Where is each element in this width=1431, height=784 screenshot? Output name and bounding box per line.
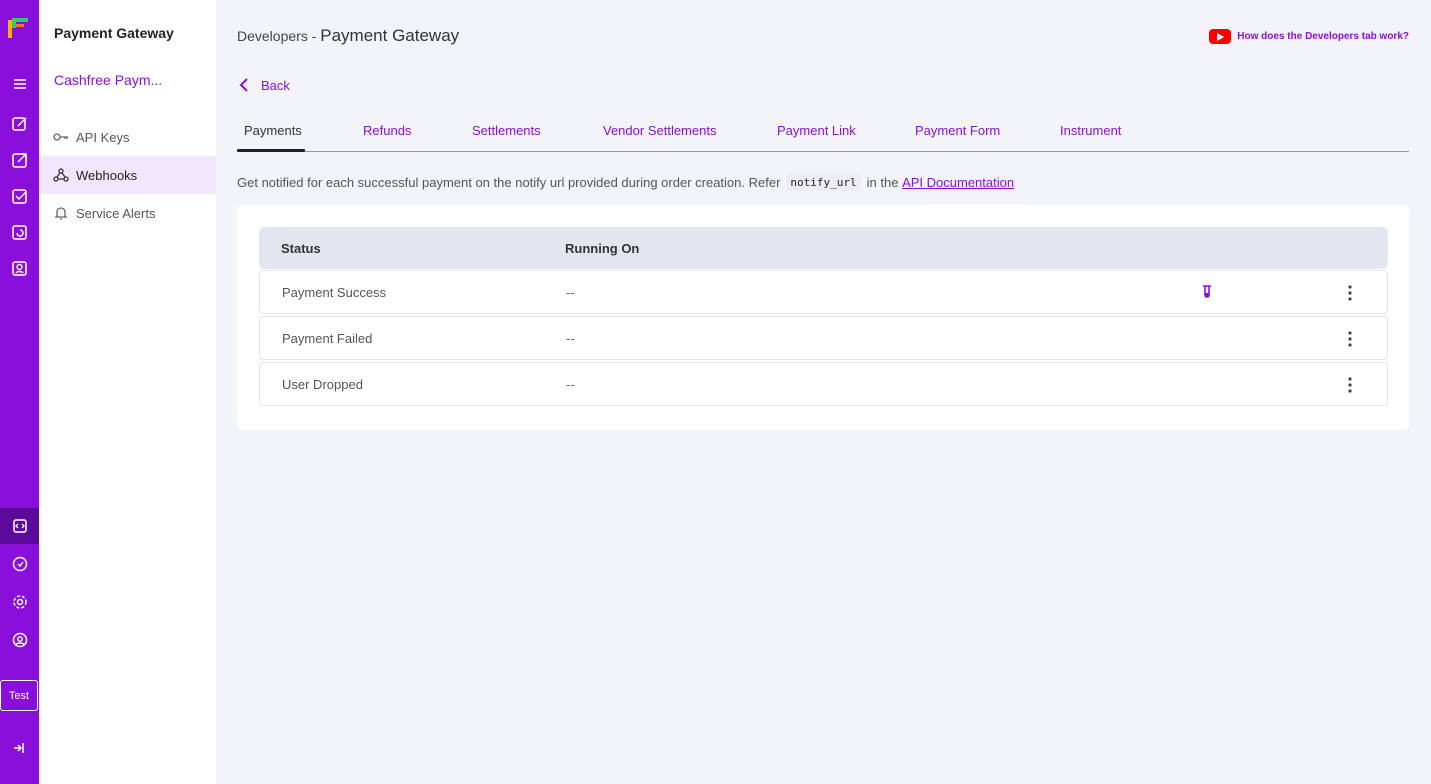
back-button[interactable]: Back <box>237 77 290 93</box>
notify-url-code: notify_url <box>786 174 861 191</box>
row-running-on: -- <box>566 285 575 300</box>
youtube-icon <box>1209 29 1232 44</box>
more-options-icon[interactable] <box>1342 284 1358 302</box>
tab-payments[interactable]: Payments <box>244 123 302 138</box>
tab-vendor-settlements[interactable]: Vendor Settlements <box>603 123 716 138</box>
row-status: Payment Failed <box>282 331 373 346</box>
help-video-label: How does the Developers tab work? <box>1237 31 1409 42</box>
secondary-sidebar: Payment Gateway Cashfree Paym... API Key… <box>39 0 216 784</box>
left-rail: Test <box>0 0 39 784</box>
test-flask-icon[interactable] <box>1200 285 1214 301</box>
logout-icon[interactable] <box>0 730 39 766</box>
org-selector[interactable]: Cashfree Paym... <box>54 72 162 88</box>
table-row: User Dropped -- <box>259 362 1388 406</box>
description-middle: in the <box>866 175 899 190</box>
sidebar-item-webhooks[interactable]: Webhooks <box>39 156 216 194</box>
profile-icon[interactable] <box>0 622 39 658</box>
sidebar-title: Payment Gateway <box>54 25 174 41</box>
sidebar-item-service-alerts[interactable]: Service Alerts <box>39 194 216 232</box>
api-documentation-link[interactable]: API Documentation <box>902 175 1014 190</box>
table-header: Status Running On <box>259 227 1388 269</box>
webhooks-card: Status Running On Payment Success -- Pay… <box>237 205 1409 430</box>
globe-check-icon[interactable] <box>0 546 39 582</box>
active-tab-indicator <box>237 149 305 152</box>
table-row: Payment Success -- <box>259 270 1388 314</box>
sidebar-item-label: Webhooks <box>76 167 138 183</box>
tab-refunds[interactable]: Refunds <box>363 123 411 138</box>
table-row: Payment Failed -- <box>259 316 1388 360</box>
row-status: Payment Success <box>282 285 387 300</box>
settings-icon[interactable] <box>0 584 39 620</box>
column-header-status: Status <box>281 241 321 256</box>
refresh-doc-icon[interactable] <box>0 214 39 250</box>
tab-instrument[interactable]: Instrument <box>1060 123 1121 138</box>
page-title: Developers - Payment Gateway <box>237 26 459 46</box>
back-label: Back <box>261 77 290 93</box>
sidebar-item-label: API Keys <box>76 129 130 145</box>
user-card-icon[interactable] <box>0 250 39 286</box>
developers-icon[interactable] <box>0 508 39 544</box>
tab-settlements[interactable]: Settlements <box>472 123 541 138</box>
cashfree-logo-icon[interactable] <box>6 16 30 40</box>
row-status: User Dropped <box>282 377 363 392</box>
menu-icon[interactable] <box>0 66 39 102</box>
page-title-prefix: Developers - <box>237 28 321 44</box>
environment-toggle[interactable]: Test <box>0 680 38 711</box>
description-text: Get notified for each successful payment… <box>237 175 781 190</box>
edit-icon[interactable] <box>0 106 39 142</box>
webhook-icon <box>53 168 69 182</box>
webhook-description: Get notified for each successful payment… <box>237 174 1014 191</box>
tab-bar: Payments Refunds Settlements Vendor Sett… <box>237 117 1409 152</box>
sidebar-item-label: Service Alerts <box>76 205 156 221</box>
chevron-left-icon <box>239 78 248 92</box>
page-title-main: Payment Gateway <box>320 26 460 45</box>
help-video-link[interactable]: How does the Developers tab work? <box>1209 29 1409 44</box>
more-options-icon[interactable] <box>1342 330 1358 348</box>
row-running-on: -- <box>566 331 575 346</box>
tab-payment-link[interactable]: Payment Link <box>777 123 856 138</box>
checklist-icon[interactable] <box>0 178 39 214</box>
key-icon <box>53 133 68 141</box>
tab-payment-form[interactable]: Payment Form <box>915 123 1000 138</box>
column-header-running-on: Running On <box>565 241 640 256</box>
sidebar-item-api-keys[interactable]: API Keys <box>39 118 216 156</box>
export-icon[interactable] <box>0 142 39 178</box>
more-options-icon[interactable] <box>1342 376 1358 394</box>
bell-icon <box>54 207 68 220</box>
row-running-on: -- <box>566 377 575 392</box>
